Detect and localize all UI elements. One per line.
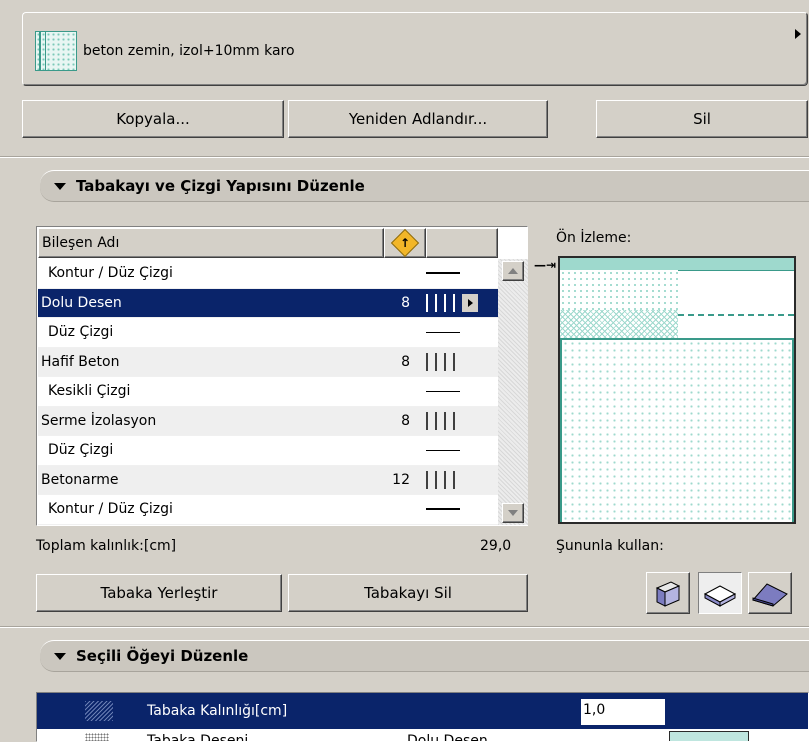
- use-with-label: Şununla kullan:: [556, 538, 664, 554]
- layer-priority: 8: [401, 353, 410, 370]
- table-row[interactable]: Kesikli Çizgi: [38, 377, 498, 407]
- table-row[interactable]: Serme İzolasyon 8: [38, 406, 498, 436]
- collapse-triangle-icon[interactable]: [54, 652, 66, 660]
- column-header-priority[interactable]: ↑: [384, 228, 426, 258]
- table-row[interactable]: Betonarme 12: [38, 465, 498, 495]
- layer-priority: 8: [401, 294, 410, 311]
- line-style-sample[interactable]: [416, 508, 498, 511]
- thickness-input[interactable]: 1,0: [581, 699, 665, 725]
- delete-button[interactable]: Sil: [596, 100, 808, 138]
- line-icon: [426, 272, 460, 275]
- roof-icon: [752, 583, 788, 607]
- fill-bars-icon: [426, 293, 456, 312]
- table-header: Bileşen Adı ↑: [38, 228, 498, 258]
- collapse-triangle-icon[interactable]: [54, 182, 66, 190]
- slab-icon: [703, 585, 737, 607]
- preview-layer-concrete: [560, 338, 794, 522]
- preview-label: Ön İzleme:: [556, 230, 632, 246]
- line-style-sample[interactable]: [416, 449, 498, 451]
- fill-pattern-icon: [85, 733, 109, 741]
- fill-pattern-sample[interactable]: [416, 411, 498, 430]
- fill-bars-icon: [426, 470, 456, 489]
- layer-name: Kesikli Çizgi: [48, 383, 131, 400]
- fill-pattern-sample[interactable]: [416, 352, 498, 371]
- fill-swatch[interactable]: [669, 731, 749, 741]
- scroll-up-button[interactable]: [502, 261, 524, 281]
- layer-name: Dolu Desen: [41, 294, 122, 311]
- scroll-down-button[interactable]: [502, 503, 524, 523]
- copy-button[interactable]: Kopyala...: [22, 100, 284, 138]
- property-label: Tabaka Deseni: [147, 733, 249, 742]
- table-row[interactable]: Kontur / Düz Çizgi: [38, 259, 498, 289]
- fill-bars-icon: [426, 411, 456, 430]
- table-rows: Kontur / Düz Çizgi Dolu Desen 8 Düz Çizgi Ha…: [38, 259, 498, 525]
- composite-menu-arrow-icon[interactable]: [795, 29, 801, 39]
- line-style-sample[interactable]: [416, 390, 498, 392]
- preview-panel: [558, 256, 796, 524]
- column-header-name[interactable]: Bileşen Adı: [38, 228, 384, 258]
- layer-name: Kontur / Düz Çizgi: [48, 501, 173, 518]
- divider: [0, 156, 809, 158]
- layer-priority: 8: [401, 412, 410, 429]
- delete-layer-button[interactable]: Tabakayı Sil: [288, 574, 528, 612]
- composite-selector[interactable]: beton zemin, izol+10mm karo: [22, 12, 808, 86]
- line-icon: [426, 508, 460, 511]
- line-icon: [426, 449, 460, 451]
- layer-name: Hafif Beton: [41, 353, 120, 370]
- priority-icon: ↑: [390, 228, 420, 258]
- table-row[interactable]: Kontur / Düz Çizgi: [38, 495, 498, 525]
- rename-button[interactable]: Yeniden Adlandır...: [288, 100, 548, 138]
- preview-pointer-icon: —⇥: [534, 258, 557, 272]
- property-label: Tabaka Kalınlığı[cm]: [147, 703, 288, 719]
- line-icon: [426, 331, 460, 333]
- dropdown-arrow-icon[interactable]: [462, 293, 478, 312]
- preview-top-line: [678, 270, 794, 271]
- table-row[interactable]: Hafif Beton 8: [38, 347, 498, 377]
- layer-name: Betonarme: [41, 471, 119, 488]
- section-header-selected[interactable]: Seçili Öğeyi Düzenle: [40, 640, 809, 672]
- preview-layer-insulation: [560, 310, 678, 338]
- property-value[interactable]: Dolu Desen: [407, 733, 488, 741]
- fill-pattern-sample[interactable]: [416, 470, 498, 489]
- line-icon: [426, 390, 460, 392]
- use-with-slab-button[interactable]: [698, 572, 742, 614]
- table-scrollbar[interactable]: [498, 259, 528, 525]
- layer-name: Kontur / Düz Çizgi: [48, 265, 173, 282]
- preview-dashed-line: [678, 314, 794, 316]
- column-header-line[interactable]: [426, 228, 498, 258]
- wall-icon: [655, 581, 681, 607]
- place-layer-button[interactable]: Tabaka Yerleştir: [36, 574, 282, 612]
- layer-name: Düz Çizgi: [48, 442, 114, 459]
- composite-name: beton zemin, izol+10mm karo: [83, 43, 295, 59]
- use-with-roof-button[interactable]: [748, 572, 792, 614]
- property-row-selected[interactable]: Tabaka Kalınlığı[cm] 1,0: [37, 693, 808, 729]
- line-style-sample[interactable]: [416, 331, 498, 333]
- layer-name: Düz Çizgi: [48, 324, 114, 341]
- fill-pattern-sample[interactable]: [416, 293, 498, 312]
- total-thickness-value: 29,0: [480, 538, 512, 554]
- table-row[interactable]: Düz Çizgi: [38, 436, 498, 466]
- section-header-layers[interactable]: Tabakayı ve Çizgi Yapısını Düzenle: [40, 170, 809, 202]
- table-row[interactable]: Düz Çizgi: [38, 318, 498, 348]
- fill-bars-icon: [426, 352, 456, 371]
- preview-layer-top: [560, 258, 794, 270]
- layer-name: Serme İzolasyon: [41, 412, 157, 429]
- line-style-sample[interactable]: [416, 272, 498, 275]
- selected-item-panel[interactable]: Tabaka Kalınlığı[cm] 1,0 Tabaka Deseni D…: [36, 692, 809, 742]
- preview-layer-light-concrete: [560, 270, 678, 310]
- total-thickness-label: Toplam kalınlık:[cm]: [36, 538, 177, 554]
- layer-priority: 12: [392, 471, 410, 488]
- layer-thickness-icon: [85, 701, 113, 721]
- divider: [0, 626, 809, 628]
- section-title: Tabakayı ve Çizgi Yapısını Düzenle: [76, 177, 365, 195]
- layer-table[interactable]: Bileşen Adı ↑ Kontur / Düz Çizgi Dolu Des…: [36, 226, 528, 526]
- section-title: Seçili Öğeyi Düzenle: [76, 647, 249, 665]
- composite-fill-swatch: [35, 31, 77, 71]
- table-row[interactable]: Dolu Desen 8: [38, 288, 498, 318]
- use-with-wall-button[interactable]: [646, 572, 690, 614]
